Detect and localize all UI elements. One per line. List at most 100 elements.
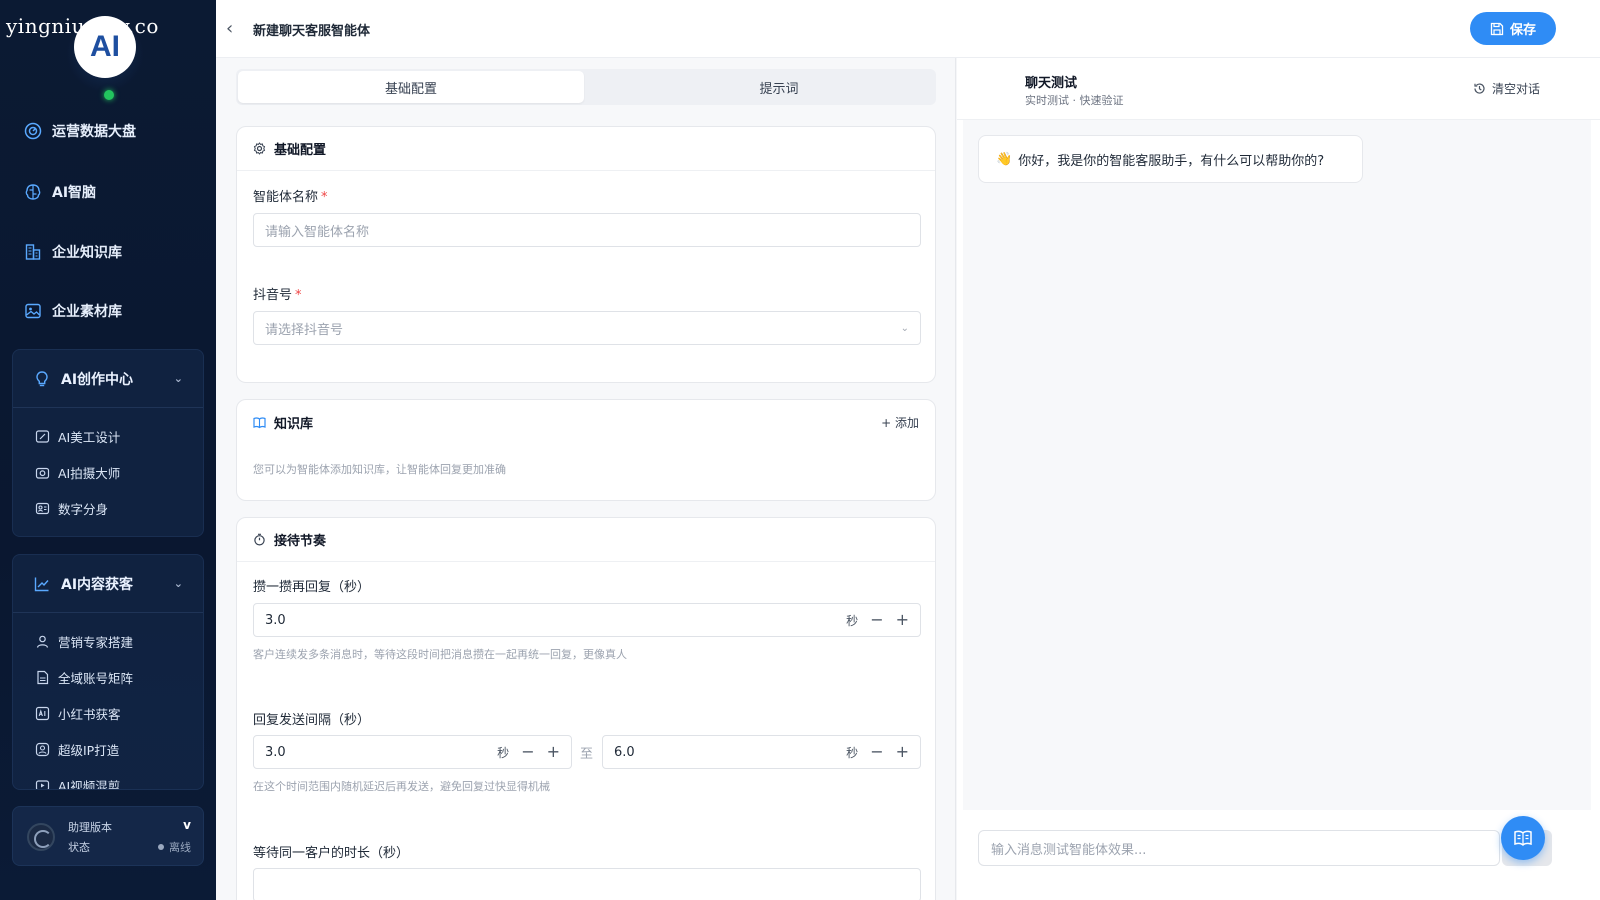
chat-test-panel: 聊天测试 实时测试 · 快速验证 清空对话 👋 你好，我是你的智能客服助手，有什… (957, 58, 1600, 900)
online-indicator (104, 90, 114, 100)
chat-messages: 👋 你好，我是你的智能客服助手，有什么可以帮助你的? (963, 120, 1591, 810)
status-label: 状态 (68, 841, 90, 854)
decrement-button[interactable]: − (870, 744, 883, 760)
chevron-down-icon: ⌄ (173, 577, 183, 590)
decrement-button[interactable]: − (870, 612, 883, 628)
offline-dot-icon (158, 844, 164, 850)
knowledge-hint: 您可以为智能体添加知识库，让智能体回复更加准确 (253, 463, 506, 476)
sidebar-item-video-mix[interactable]: AI视频混剪 (13, 767, 203, 790)
design-icon (35, 429, 50, 443)
help-book-fab[interactable] (1501, 816, 1545, 860)
chat-subtitle: 实时测试 · 快速验证 (1025, 94, 1124, 107)
sidebar-group-header-ai-content[interactable]: AI内容获客 ⌄ (13, 555, 203, 613)
assistant-status-card[interactable]: 助理版本 v 状态 离线 (12, 806, 204, 866)
card-title: 接待节奏 (274, 534, 327, 549)
avatar-card-icon (35, 502, 50, 514)
agent-name-label: 智能体名称 * (253, 186, 328, 205)
tab-prompt[interactable]: 提示词 (606, 71, 952, 103)
sidebar-item-xiaohongshu[interactable]: 小红书获客 (13, 695, 203, 731)
id-card-icon (35, 742, 50, 756)
card-title: 基础配置 (274, 143, 327, 158)
tab-basic-config[interactable]: 基础配置 (238, 71, 584, 103)
increment-button[interactable]: + (896, 744, 909, 760)
sidebar-item-ai-brain[interactable]: AI智脑 (24, 182, 96, 202)
sidebar-group-header-ai-creation[interactable]: AI创作中心 ⌄ (13, 350, 203, 408)
agent-name-placeholder: 请输入智能体名称 (265, 224, 370, 240)
reply-interval-hint: 在这个时间范围内随机延迟后再发送，避免回复过快显得机械 (253, 780, 550, 793)
sidebar-item-label: 超级IP打造 (58, 742, 120, 758)
reply-interval-min-value: 3.0 (265, 744, 286, 760)
sidebar: yingniu.10v.co AI 运营数据大盘 AI智脑 企业知识库 企业素材… (0, 0, 216, 900)
sidebar-item-label: 企业知识库 (52, 245, 122, 261)
save-button-label: 保存 (1509, 23, 1536, 38)
basic-config-card: 基础配置 智能体名称 * 请输入智能体名称 抖音号 * 请选择抖音号 ⌄ (236, 126, 936, 383)
douyin-placeholder: 请选择抖音号 (265, 322, 344, 338)
wave-hand-icon: 👋 (996, 151, 1013, 167)
reply-interval-max-stepper[interactable]: 6.0 秒 − + (602, 735, 921, 769)
status-version: v (183, 818, 191, 832)
book-icon (253, 416, 266, 428)
sidebar-item-material-library[interactable]: 企业素材库 (24, 301, 122, 321)
sidebar-item-label: 企业素材库 (52, 304, 122, 320)
chevron-down-icon: ⌄ (173, 372, 183, 385)
sidebar-group-ai-creation: AI创作中心 ⌄ AI美工设计 AI拍摄大师 数字分身 (12, 349, 204, 537)
sidebar-item-ai-photography[interactable]: AI拍摄大师 (13, 454, 203, 490)
watermark: yingniu.10v.co (6, 14, 159, 38)
video-icon (35, 779, 50, 789)
wait-duration-stepper[interactable] (253, 868, 921, 900)
agent-name-label-text: 智能体名称 (253, 190, 319, 205)
sidebar-item-digital-avatar[interactable]: 数字分身 (13, 490, 203, 526)
building-icon (25, 244, 41, 260)
required-mark: * (321, 190, 328, 205)
decrement-button[interactable]: − (521, 744, 534, 760)
card-title: 知识库 (274, 416, 314, 432)
douyin-label-text: 抖音号 (253, 288, 293, 303)
merge-reply-stepper[interactable]: 3.0 秒 − + (253, 603, 921, 637)
status-badge: 离线 (158, 839, 191, 855)
save-icon (1490, 22, 1504, 35)
chat-message-input[interactable]: 输入消息测试智能体效果... (978, 830, 1500, 866)
sidebar-item-label: 运营数据大盘 (52, 124, 136, 140)
sidebar-item-account-matrix[interactable]: 全域账号矩阵 (13, 659, 203, 695)
sidebar-item-ai-design[interactable]: AI美工设计 (13, 418, 203, 454)
ai-badge-icon (35, 706, 50, 720)
unit-label: 秒 (497, 745, 510, 760)
back-arrow-icon[interactable]: ‹ (226, 18, 233, 39)
sidebar-item-dashboard[interactable]: 运营数据大盘 (24, 121, 136, 141)
save-button[interactable]: 保存 (1470, 12, 1556, 45)
open-book-icon (1514, 830, 1532, 847)
increment-button[interactable]: + (896, 612, 909, 628)
increment-button[interactable]: + (547, 744, 560, 760)
sidebar-group-label: AI内容获客 (61, 576, 134, 593)
add-knowledge-button[interactable]: + 添加 (881, 414, 919, 431)
sidebar-item-label: AI拍摄大师 (58, 465, 121, 481)
bot-message-text: 你好，我是你的智能客服助手，有什么可以帮助你的? (1018, 153, 1325, 169)
clear-chat-button[interactable]: 清空对话 (1473, 80, 1540, 97)
settings-gear-icon (253, 142, 266, 155)
brain-icon (25, 184, 41, 200)
merge-reply-label: 攒一攒再回复（秒） (253, 580, 371, 595)
user-icon (36, 635, 49, 648)
card-header: 基础配置 (237, 127, 935, 171)
sidebar-item-label: AI视频混剪 (58, 778, 121, 790)
reception-rhythm-card: 接待节奏 攒一攒再回复（秒） 3.0 秒 − + 客户连续发多条消息时，等待这段… (236, 517, 936, 900)
loading-spinner-icon (27, 823, 55, 851)
sidebar-item-label: AI智脑 (52, 185, 97, 201)
douyin-select[interactable]: 请选择抖音号 ⌄ (253, 311, 921, 345)
agent-name-input[interactable]: 请输入智能体名称 (253, 213, 921, 247)
required-mark: * (295, 288, 302, 303)
chat-header: 聊天测试 实时测试 · 快速验证 清空对话 (957, 58, 1600, 120)
sidebar-item-label: 全域账号矩阵 (58, 670, 134, 686)
range-separator: 至 (580, 747, 594, 762)
config-tabs: 基础配置 提示词 (236, 69, 936, 105)
sidebar-item-super-ip[interactable]: 超级IP打造 (13, 731, 203, 767)
config-panel: 基础配置 提示词 基础配置 智能体名称 * 请输入智能体名称 抖音号 * 请选择抖音… (216, 58, 956, 900)
sidebar-item-knowledge-base[interactable]: 企业知识库 (24, 242, 122, 262)
reply-interval-min-stepper[interactable]: 3.0 秒 − + (253, 735, 572, 769)
sidebar-item-marketing-expert[interactable]: 营销专家搭建 (13, 623, 203, 659)
status-title: 助理版本 (68, 821, 112, 834)
reply-interval-label: 回复发送间隔（秒） (253, 713, 371, 728)
knowledge-card: 知识库 + 添加 您可以为智能体添加知识库，让智能体回复更加准确 (236, 399, 936, 501)
top-bar: ‹ 新建聊天客服智能体 保存 (216, 0, 1600, 58)
douyin-label: 抖音号 * (253, 284, 302, 303)
